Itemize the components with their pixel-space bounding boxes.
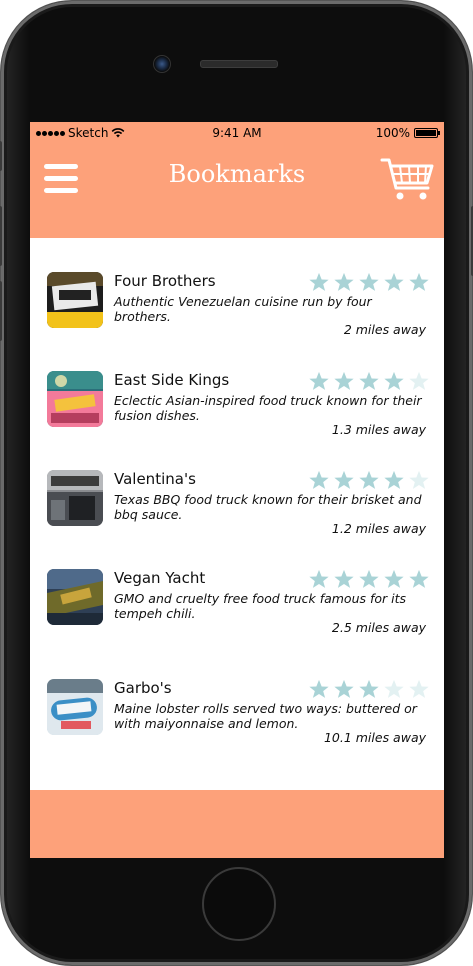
star-icon: [309, 569, 329, 588]
bookmark-name: Four Brothers: [114, 272, 216, 290]
star-icon: [334, 679, 354, 698]
bookmark-item[interactable]: Vegan Yacht GMO and cruelty free food tr…: [30, 569, 444, 641]
rating-stars: [308, 470, 430, 490]
mute-switch: [0, 141, 2, 171]
page-title: Bookmarks: [168, 160, 306, 188]
hamburger-menu-icon[interactable]: [44, 164, 78, 194]
bookmark-description: Maine lobster rolls served two ways: but…: [114, 701, 417, 731]
bookmark-list: Four Brothers Authentic Venezuelan cuisi…: [30, 238, 444, 790]
earpiece-speaker: [200, 60, 278, 68]
bookmark-description: Eclectic Asian-inspired food truck known…: [114, 393, 422, 423]
star-icon: [334, 569, 354, 588]
rating-stars: [308, 679, 430, 699]
food-truck-thumbnail: [47, 569, 103, 625]
bookmark-description: GMO and cruelty free food truck famous f…: [114, 591, 407, 621]
rating-stars: [308, 569, 430, 589]
status-right: 100%: [375, 126, 440, 140]
bookmark-distance: 1.3 miles away: [331, 422, 426, 437]
bookmark-name: East Side Kings: [114, 371, 230, 389]
volume-up-button: [0, 206, 2, 266]
star-icon: [359, 272, 379, 291]
food-truck-thumbnail: [47, 679, 103, 735]
volume-down-button: [0, 281, 2, 341]
bookmark-distance: 1.2 miles away: [331, 521, 426, 536]
star-icon: [384, 470, 404, 489]
star-icon: [334, 371, 354, 390]
bookmark-description: Authentic Venezuelan cuisine run by four…: [114, 294, 372, 324]
star-icon: [409, 272, 429, 291]
star-icon: [334, 272, 354, 291]
star-icon: [359, 679, 379, 698]
star-icon: [384, 569, 404, 588]
bookmark-distance: 2.5 miles away: [331, 620, 426, 635]
bookmark-distance: 10.1 miles away: [323, 730, 426, 745]
star-icon: [384, 371, 404, 390]
star-icon: [359, 470, 379, 489]
star-icon: [409, 470, 429, 489]
food-truck-thumbnail: [47, 371, 103, 427]
food-truck-thumbnail: [47, 470, 103, 526]
food-truck-thumbnail: [47, 272, 103, 328]
star-icon: [384, 679, 404, 698]
star-icon: [309, 679, 329, 698]
star-icon: [309, 371, 329, 390]
footer-bar: [30, 790, 444, 858]
star-icon: [409, 569, 429, 588]
bookmark-name: Valentina's: [114, 470, 196, 488]
battery-icon: [414, 128, 440, 138]
star-icon: [334, 470, 354, 489]
app-screen: Sketch 9:41 AM 100% Bookmarks Four Broth…: [30, 122, 444, 858]
status-bar: Sketch 9:41 AM 100%: [30, 122, 444, 144]
front-camera: [153, 55, 171, 73]
star-icon: [309, 470, 329, 489]
star-icon: [359, 569, 379, 588]
header-bar: Sketch 9:41 AM 100% Bookmarks: [30, 122, 444, 238]
bookmark-item[interactable]: East Side Kings Eclectic Asian-inspired …: [30, 371, 444, 443]
battery-percent: 100%: [375, 126, 410, 140]
star-icon: [409, 679, 429, 698]
rating-stars: [308, 272, 430, 292]
star-icon: [359, 371, 379, 390]
bookmark-item[interactable]: Garbo's Maine lobster rolls served two w…: [30, 679, 444, 751]
bookmark-description: Texas BBQ food truck known for their bri…: [114, 492, 422, 522]
star-icon: [409, 371, 429, 390]
bookmark-name: Garbo's: [114, 679, 172, 697]
star-icon: [309, 272, 329, 291]
bookmark-item[interactable]: Valentina's Texas BBQ food truck known f…: [30, 470, 444, 542]
bookmark-name: Vegan Yacht: [114, 569, 206, 587]
cart-icon[interactable]: [380, 156, 434, 202]
rating-stars: [308, 371, 430, 391]
star-icon: [384, 272, 404, 291]
bookmark-item[interactable]: Four Brothers Authentic Venezuelan cuisi…: [30, 272, 444, 342]
bookmark-distance: 2 miles away: [343, 322, 426, 337]
home-button[interactable]: [202, 867, 276, 941]
